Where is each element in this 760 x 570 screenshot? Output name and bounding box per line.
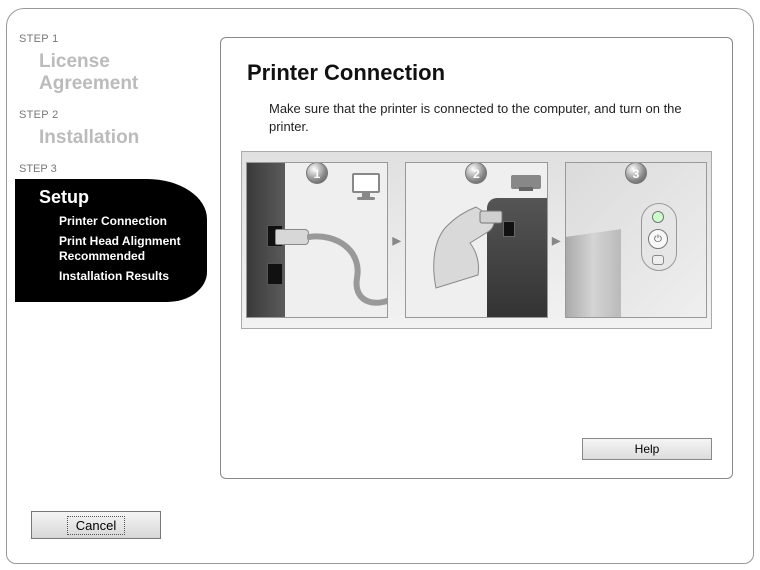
step2-label: STEP 2 xyxy=(19,109,205,121)
chevron-right-icon: ▸ xyxy=(550,230,563,251)
usb-cable-icon xyxy=(307,233,388,318)
step3-sub-printer-connection: Printer Connection xyxy=(59,214,195,229)
page-title: Printer Connection xyxy=(247,60,712,86)
help-button[interactable]: Help xyxy=(582,438,712,460)
badge-3: 3 xyxy=(625,162,647,184)
power-led-icon xyxy=(652,211,664,223)
usb-plug-icon xyxy=(275,229,309,245)
step3-sub-print-head-alignment: Print Head Alignment Recommended xyxy=(59,234,195,264)
step2-title: Installation xyxy=(39,127,205,149)
usb-port-icon xyxy=(267,263,283,285)
instruction-text: Make sure that the printer is connected … xyxy=(269,100,702,135)
wizard-window: STEP 1 License Agreement STEP 2 Installa… xyxy=(6,8,754,564)
chevron-right-icon: ▸ xyxy=(390,230,403,251)
content-panel: Printer Connection Make sure that the pr… xyxy=(220,37,733,479)
step3-title: Setup xyxy=(39,187,195,208)
illustration-1-usb-to-computer: 1 xyxy=(246,162,388,318)
printer-button-icon xyxy=(652,255,664,265)
printer-edge-icon xyxy=(566,229,621,318)
printer-icon xyxy=(511,171,541,191)
illustration-3-power-on-printer: 3 ⏻ xyxy=(565,162,707,318)
badge-2: 2 xyxy=(465,162,487,184)
help-button-label: Help xyxy=(635,442,660,456)
cancel-button[interactable]: Cancel xyxy=(31,511,161,539)
badge-1: 1 xyxy=(306,162,328,184)
step3-sub-installation-results: Installation Results xyxy=(59,269,195,284)
hand-holding-plug-icon xyxy=(426,193,516,293)
step1-label: STEP 1 xyxy=(19,33,205,45)
step1-title: License Agreement xyxy=(39,51,205,95)
step3-label: STEP 3 xyxy=(19,163,205,175)
cancel-button-label: Cancel xyxy=(67,516,125,535)
power-button-icon: ⏻ xyxy=(648,229,668,249)
illustration-2-usb-to-printer: 2 xyxy=(405,162,547,318)
step3-block: Setup Printer Connection Print Head Alig… xyxy=(15,179,207,302)
computer-monitor-icon xyxy=(349,173,383,203)
illustration-strip: 1 ▸ 2 xyxy=(241,151,712,329)
wizard-sidebar: STEP 1 License Agreement STEP 2 Installa… xyxy=(15,19,205,302)
